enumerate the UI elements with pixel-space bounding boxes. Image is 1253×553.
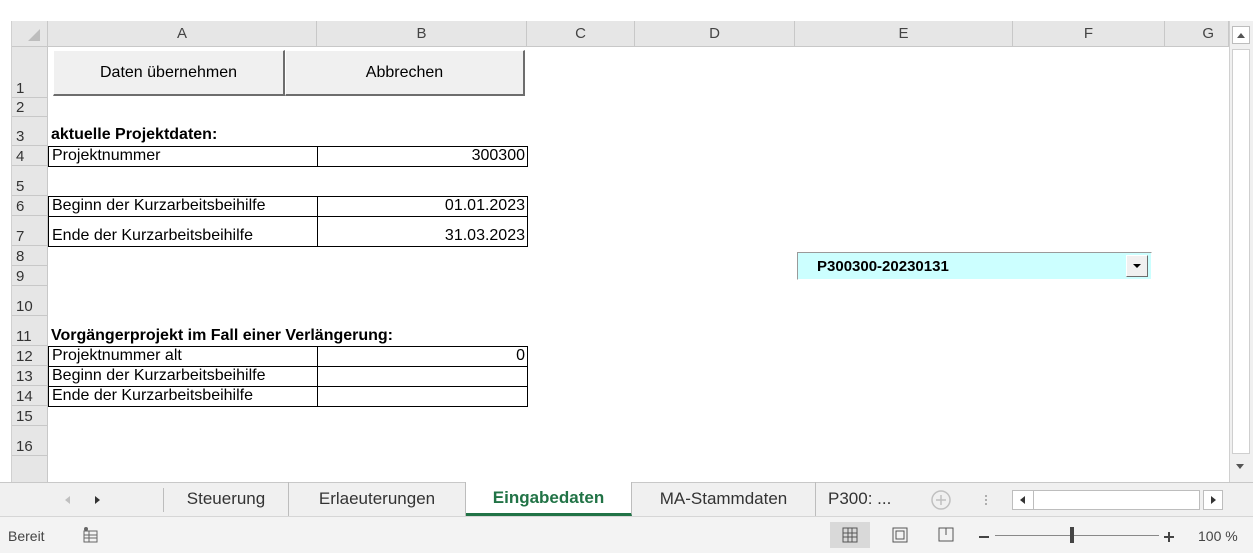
tab-nav-next[interactable] [88, 490, 108, 510]
hscroll-thumb[interactable] [1035, 492, 1175, 508]
tab-erlaeuterungen[interactable]: Erlaeuterungen [289, 482, 466, 516]
column-header-a[interactable]: A [48, 21, 317, 47]
scroll-down-button[interactable] [1232, 458, 1250, 476]
row-header-3[interactable]: 3 [12, 117, 48, 146]
row-header-6[interactable]: 6 [12, 196, 48, 216]
column-header-b[interactable]: B [317, 21, 527, 47]
cell-a14[interactable]: Ende der Kurzarbeitsbeihilfe [48, 386, 318, 407]
zoom-slider-track[interactable] [995, 535, 1159, 536]
section-title-previous-project: Vorgängerprojekt im Fall einer Verlänger… [51, 327, 394, 344]
hscroll-left-button[interactable] [1013, 491, 1034, 509]
macro-record-button[interactable] [82, 526, 100, 544]
window-top-strip [0, 0, 1253, 21]
view-page-layout-button[interactable] [880, 522, 920, 548]
scroll-up-icon [1237, 33, 1245, 38]
row-header-2[interactable]: 2 [12, 98, 48, 117]
project-combobox[interactable]: P300300-20230131 [797, 252, 1152, 280]
dropdown-arrow-icon [1133, 264, 1141, 268]
tab-nav-prev[interactable] [58, 490, 78, 510]
row-header-10[interactable]: 10 [12, 286, 48, 316]
tab-prev-icon [65, 496, 70, 504]
zoom-in-icon [1164, 532, 1174, 542]
vertical-scrollbar[interactable] [1229, 21, 1253, 482]
row-header-9[interactable]: 9 [12, 266, 48, 286]
hscroll-right-button[interactable] [1203, 490, 1223, 510]
row-header-16[interactable]: 16 [12, 426, 48, 456]
row-header-1[interactable]: 1 [12, 47, 48, 98]
row-header-15[interactable]: 15 [12, 406, 48, 426]
scroll-up-button[interactable] [1232, 26, 1250, 44]
scroll-down-icon [1236, 464, 1244, 469]
cell-b12[interactable]: 0 [317, 346, 528, 367]
column-header-g[interactable]: G [1165, 21, 1229, 47]
cell-b7[interactable]: 31.03.2023 [317, 216, 528, 247]
view-normal-button[interactable] [830, 522, 870, 548]
tab-splitter[interactable] [984, 493, 988, 507]
row-header-4[interactable]: 4 [12, 146, 48, 166]
row-header-8[interactable]: 8 [12, 246, 48, 266]
column-header-d[interactable]: D [635, 21, 795, 47]
cell-b13[interactable] [317, 366, 528, 387]
apply-data-button[interactable]: Daten übernehmen [53, 50, 285, 96]
cell-a4[interactable]: Projektnummer [48, 146, 318, 167]
cell-b6[interactable]: 01.01.2023 [317, 196, 528, 217]
cell-a13[interactable]: Beginn der Kurzarbeitsbeihilfe [48, 366, 318, 387]
tab-ma-stammdaten[interactable]: MA-Stammdaten [632, 482, 816, 516]
cancel-button[interactable]: Abbrechen [285, 50, 525, 96]
page-break-icon [938, 527, 954, 542]
scroll-thumb[interactable] [1232, 49, 1250, 454]
zoom-out-icon [979, 536, 989, 538]
splitter-dots-icon [985, 495, 987, 505]
row-header-13[interactable]: 13 [12, 366, 48, 386]
row-header-17-partial [12, 456, 48, 482]
row-header-11[interactable]: 11 [12, 316, 48, 346]
row-header-14[interactable]: 14 [12, 386, 48, 406]
normal-view-icon [842, 527, 858, 543]
column-header-f[interactable]: F [1013, 21, 1165, 47]
left-edge [0, 21, 12, 516]
zoom-level[interactable]: 100 % [1198, 528, 1238, 544]
tab-p300[interactable]: P300: ... [816, 482, 916, 516]
column-header-e[interactable]: E [795, 21, 1013, 47]
hscroll-right-icon [1211, 496, 1216, 504]
cell-b4[interactable]: 300300 [317, 146, 528, 167]
select-all-corner[interactable] [12, 21, 48, 47]
cell-a6[interactable]: Beginn der Kurzarbeitsbeihilfe [48, 196, 318, 217]
section-title-current-project: aktuelle Projektdaten: [51, 126, 218, 143]
row-header-5[interactable]: 5 [12, 166, 48, 196]
row-header-12[interactable]: 12 [12, 346, 48, 366]
view-page-break-button[interactable] [926, 522, 966, 548]
zoom-slider-thumb[interactable] [1070, 527, 1074, 543]
row-header-7[interactable]: 7 [12, 216, 48, 246]
tab-eingabedaten[interactable]: Eingabedaten [466, 482, 632, 516]
cell-b14[interactable] [317, 386, 528, 407]
zoom-in-button[interactable] [1163, 530, 1175, 542]
page-layout-icon [892, 527, 908, 543]
column-header-c[interactable]: C [527, 21, 635, 47]
status-ready: Bereit [8, 528, 45, 544]
horizontal-scrollbar[interactable] [1012, 490, 1200, 510]
cell-a12[interactable]: Projektnummer alt [48, 346, 318, 367]
add-sheet-icon [931, 490, 951, 510]
select-all-triangle-icon [28, 29, 40, 41]
combobox-value: P300300-20230131 [817, 258, 949, 275]
hscroll-left-icon [1020, 496, 1025, 504]
macro-record-icon [83, 527, 98, 543]
tab-steuerung[interactable]: Steuerung [164, 482, 289, 516]
combobox-dropdown-button[interactable] [1126, 255, 1148, 277]
cell-a7[interactable]: Ende der Kurzarbeitsbeihilfe [48, 216, 318, 247]
add-sheet-button[interactable] [930, 489, 952, 511]
zoom-out-button[interactable] [978, 530, 990, 542]
tab-next-icon [95, 496, 100, 504]
